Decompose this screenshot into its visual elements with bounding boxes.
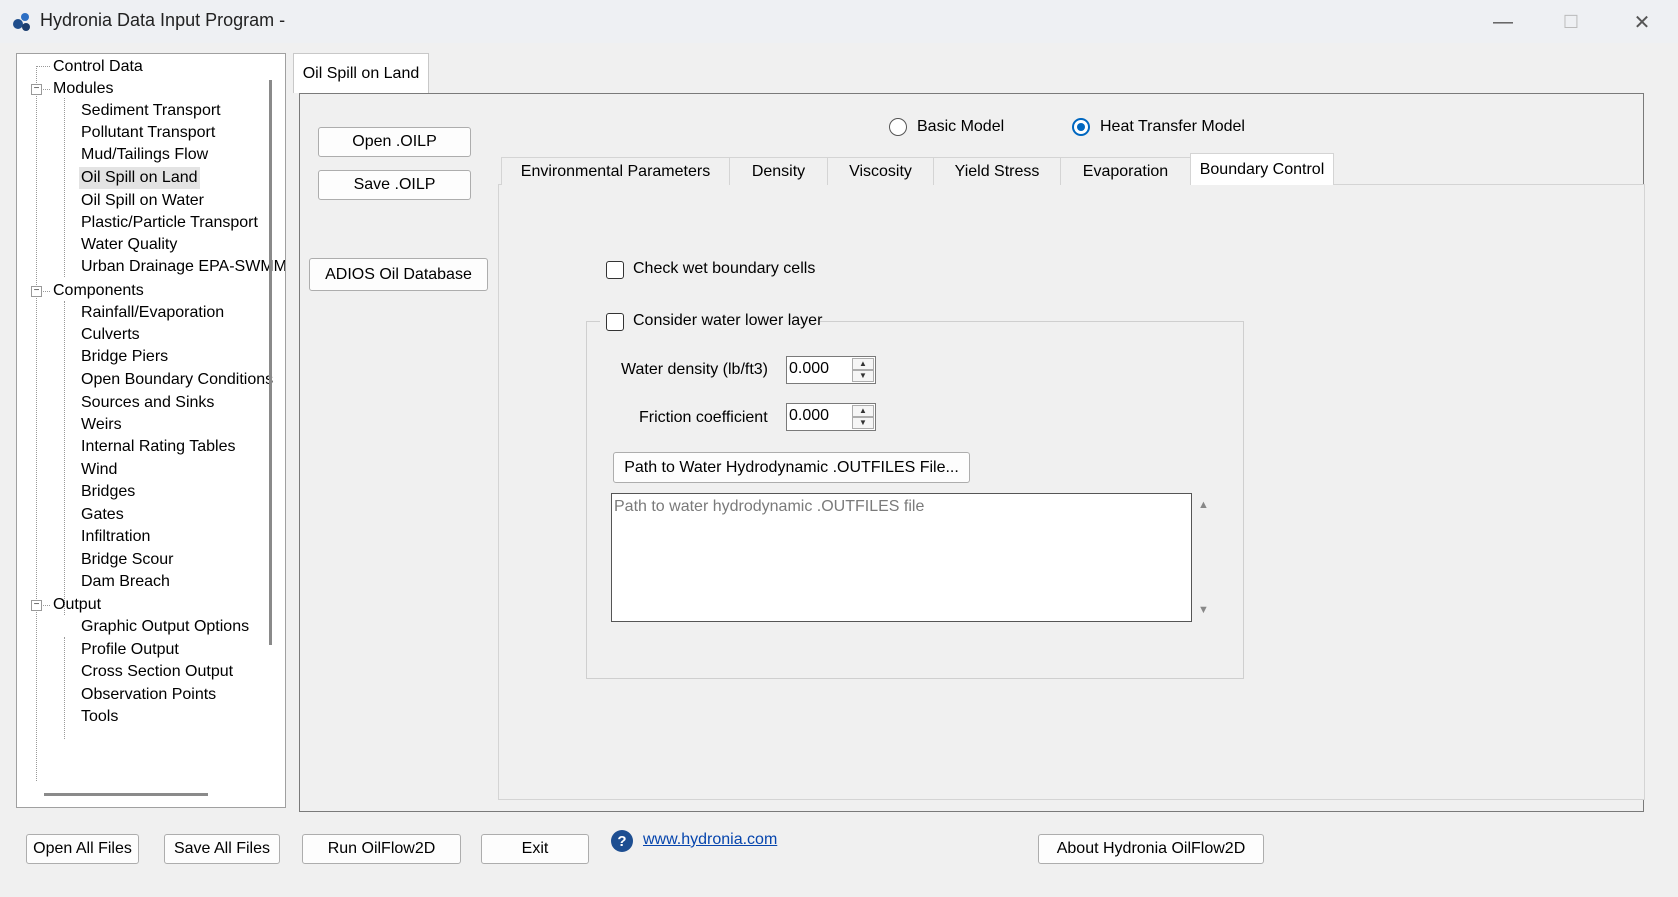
tree-horizontal-scrollbar[interactable] [44, 793, 208, 796]
tree-item-control-data[interactable]: Control Data [53, 56, 143, 78]
tab-environmental-parameters[interactable]: Environmental Parameters [501, 157, 730, 185]
scroll-up-icon[interactable]: ▲ [1198, 499, 1209, 511]
tree-vertical-scrollbar[interactable] [269, 80, 272, 645]
heat-transfer-model-radio[interactable] [1072, 118, 1090, 136]
tree-item-sediment-transport[interactable]: Sediment Transport [81, 100, 221, 122]
chevron-down-icon[interactable]: ▼ [852, 417, 874, 429]
components-expander-icon[interactable]: − [31, 286, 42, 297]
outfiles-path-textarea[interactable]: Path to water hydrodynamic .OUTFILES fil… [611, 493, 1192, 622]
tree-item-modules[interactable]: Modules [53, 78, 113, 100]
tree-item-observation-points[interactable]: Observation Points [81, 684, 216, 706]
consider-water-lower-layer-label: Consider water lower layer [633, 312, 823, 329]
textarea-scrollbar[interactable]: ▲ ▼ [1192, 493, 1216, 622]
friction-coefficient-input[interactable] [787, 404, 847, 428]
tree-item-weirs[interactable]: Weirs [81, 414, 122, 436]
maximize-button[interactable]: ☐ [1541, 4, 1601, 40]
tab-viscosity[interactable]: Viscosity [827, 157, 934, 185]
output-expander-icon[interactable]: − [31, 600, 42, 611]
tree-item-oil-spill-on-water[interactable]: Oil Spill on Water [81, 190, 204, 212]
tree-item-tools[interactable]: Tools [81, 706, 118, 728]
tree-item-sources-and-sinks[interactable]: Sources and Sinks [81, 392, 214, 414]
save-all-files-button[interactable]: Save All Files [164, 834, 280, 864]
tree-item-profile-output[interactable]: Profile Output [81, 639, 179, 661]
tab-evaporation[interactable]: Evaporation [1060, 157, 1191, 185]
open-all-files-button[interactable]: Open All Files [26, 834, 139, 864]
tab-boundary-control[interactable]: Boundary Control [1190, 153, 1334, 185]
scroll-down-icon[interactable]: ▼ [1198, 604, 1209, 616]
tree-item-culverts[interactable]: Culverts [81, 324, 140, 346]
chevron-up-icon[interactable]: ▲ [852, 358, 874, 370]
path-to-outfiles-button[interactable]: Path to Water Hydrodynamic .OUTFILES Fil… [613, 452, 970, 483]
save-oilp-button[interactable]: Save .OILP [318, 170, 471, 200]
modules-expander-icon[interactable]: − [31, 84, 42, 95]
tree-item-open-boundary-conditions[interactable]: Open Boundary Conditions [81, 369, 273, 391]
app-logo-icon [13, 13, 30, 31]
tree-item-bridge-piers[interactable]: Bridge Piers [81, 346, 168, 368]
tab-oil-spill-on-land[interactable]: Oil Spill on Land [293, 53, 429, 93]
adios-oil-database-button[interactable]: ADIOS Oil Database [309, 258, 488, 291]
run-oilflow2d-button[interactable]: Run OilFlow2D [302, 834, 461, 864]
tab-yield-stress[interactable]: Yield Stress [933, 157, 1061, 185]
tree-item-water-quality[interactable]: Water Quality [81, 234, 177, 256]
tree-item-bridge-scour[interactable]: Bridge Scour [81, 549, 174, 571]
tree-item-gates[interactable]: Gates [81, 504, 124, 526]
open-oilp-button[interactable]: Open .OILP [318, 127, 471, 157]
tree-item-graphic-output-options[interactable]: Graphic Output Options [81, 616, 249, 638]
check-wet-boundary-label: Check wet boundary cells [633, 260, 816, 277]
navigation-tree[interactable]: − − − Control Data Modules Sediment Tran… [16, 53, 286, 808]
about-hydronia-button[interactable]: About Hydronia OilFlow2D [1038, 834, 1264, 864]
help-icon[interactable]: ? [611, 830, 633, 852]
water-density-input[interactable] [787, 357, 847, 381]
friction-coefficient-label: Friction coefficient [639, 409, 768, 426]
tree-item-internal-rating-tables[interactable]: Internal Rating Tables [81, 436, 235, 458]
check-wet-boundary-checkbox[interactable] [606, 261, 624, 279]
close-button[interactable]: ✕ [1612, 4, 1672, 40]
basic-model-radio[interactable] [889, 118, 907, 136]
chevron-down-icon[interactable]: ▼ [852, 370, 874, 382]
tree-item-pollutant-transport[interactable]: Pollutant Transport [81, 122, 215, 144]
tree-item-rainfall-evaporation[interactable]: Rainfall/Evaporation [81, 302, 224, 324]
minimize-button[interactable]: — [1473, 4, 1533, 40]
heat-transfer-model-label: Heat Transfer Model [1100, 118, 1245, 135]
tree-item-infiltration[interactable]: Infiltration [81, 526, 150, 548]
tree-item-oil-spill-on-land[interactable]: Oil Spill on Land [79, 167, 200, 189]
tree-item-output[interactable]: Output [53, 594, 101, 616]
water-density-stepper[interactable]: ▲ ▼ [786, 356, 876, 384]
friction-coefficient-stepper[interactable]: ▲ ▼ [786, 403, 876, 431]
consider-water-lower-layer-checkbox[interactable] [606, 313, 624, 331]
tree-item-plastic-particle-transport[interactable]: Plastic/Particle Transport [81, 212, 258, 234]
water-density-label: Water density (lb/ft3) [621, 361, 769, 378]
tree-item-wind[interactable]: Wind [81, 459, 117, 481]
tab-density[interactable]: Density [729, 157, 828, 185]
exit-button[interactable]: Exit [481, 834, 589, 864]
window-title: Hydronia Data Input Program - [40, 10, 286, 30]
tree-item-cross-section-output[interactable]: Cross Section Output [81, 661, 233, 683]
tree-item-dam-breach[interactable]: Dam Breach [81, 571, 170, 593]
hydronia-website-link[interactable]: www.hydronia.com [643, 831, 777, 849]
tree-item-mud-tailings-flow[interactable]: Mud/Tailings Flow [81, 144, 208, 166]
tree-item-urban-drainage[interactable]: Urban Drainage EPA-SWMM [81, 256, 285, 278]
chevron-up-icon[interactable]: ▲ [852, 405, 874, 417]
tree-item-components[interactable]: Components [53, 280, 144, 302]
tree-item-bridges[interactable]: Bridges [81, 481, 135, 503]
basic-model-label: Basic Model [917, 118, 1005, 135]
